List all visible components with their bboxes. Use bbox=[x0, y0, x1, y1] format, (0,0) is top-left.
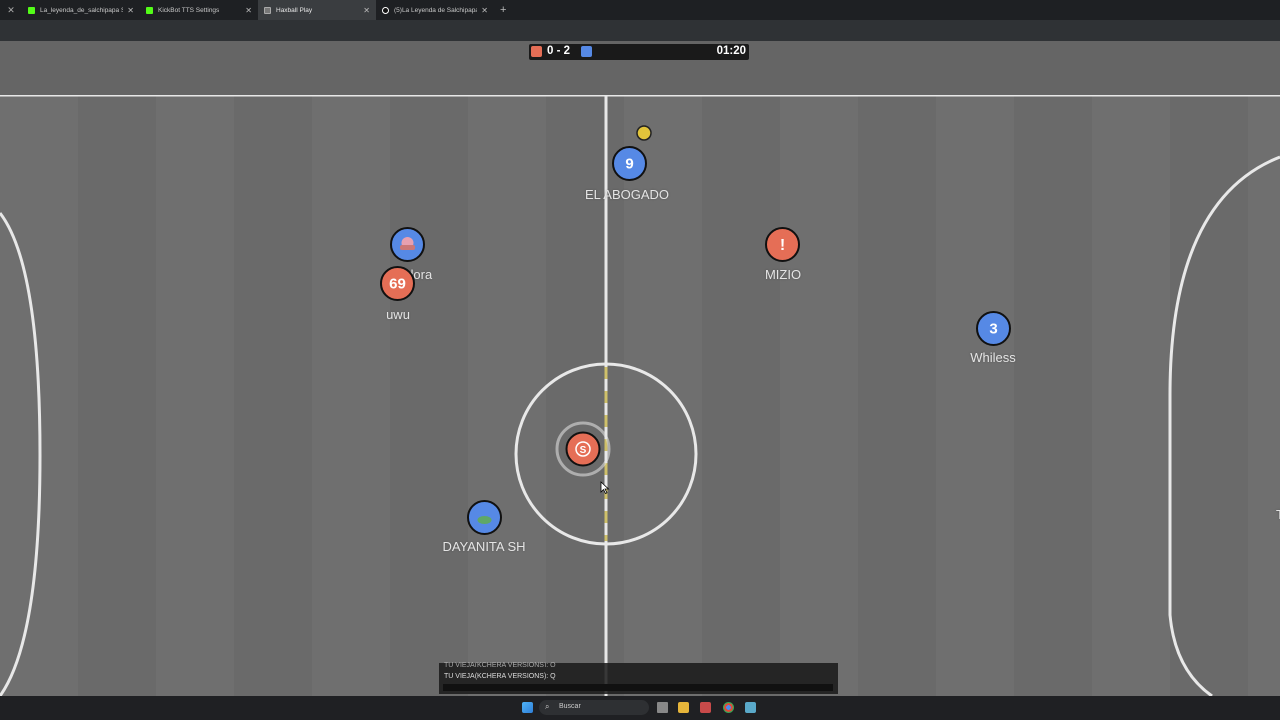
player-disc-blue bbox=[467, 500, 502, 535]
match-timer: 01:20 bbox=[716, 45, 746, 57]
player-disc-red: 69 bbox=[380, 266, 415, 301]
close-icon[interactable]: ✕ bbox=[0, 5, 22, 16]
player-disc-red: ! bbox=[765, 227, 800, 262]
close-icon[interactable]: ✕ bbox=[481, 6, 488, 15]
tab-title: KickBot TTS Settings bbox=[158, 6, 220, 14]
chat-input[interactable] bbox=[443, 684, 833, 691]
new-tab-button[interactable]: + bbox=[500, 4, 506, 16]
player-number: 69 bbox=[389, 276, 406, 293]
player-name: EL ABOGADO bbox=[584, 187, 670, 202]
left-area-line bbox=[0, 212, 42, 696]
scoreboard: 0 - 2 01:20 bbox=[529, 44, 749, 60]
task-view-icon[interactable] bbox=[657, 702, 668, 713]
tiktok-favicon-icon bbox=[382, 6, 389, 14]
player-name: Whiless bbox=[970, 350, 1016, 365]
mouse-cursor-icon bbox=[600, 481, 610, 495]
close-icon[interactable]: ✕ bbox=[363, 6, 370, 15]
player-number: S bbox=[580, 445, 587, 456]
browser-tab-kickbot[interactable]: KickBot TTS Settings ✕ bbox=[140, 0, 258, 20]
search-label: Buscar bbox=[559, 703, 581, 710]
chat-box: TU VIEJA(KCHERA VERSIONS): Q TU VIEJA(KC… bbox=[439, 662, 838, 694]
blue-team-icon bbox=[581, 46, 592, 57]
browser-tab-bar: ✕ La_leyenda_de_salchipapa Stre ✕ KickBo… bbox=[0, 0, 1280, 20]
kick-favicon-icon bbox=[146, 6, 153, 14]
tab-title: La_leyenda_de_salchipapa Stre bbox=[40, 6, 124, 14]
player-number: 9 bbox=[625, 156, 633, 173]
score: 0 - 2 bbox=[547, 45, 571, 57]
browser-tab-tiktok[interactable]: (5)La Leyenda de Salchipapa (@ ✕ bbox=[376, 0, 494, 20]
red-team-icon bbox=[531, 46, 542, 57]
pitch-lines bbox=[0, 95, 1280, 696]
taskbar-search[interactable]: ⌕ Buscar bbox=[539, 700, 649, 715]
ball bbox=[636, 125, 652, 141]
player-name: MIZIO bbox=[764, 267, 802, 282]
game-pitch[interactable]: 9 EL ABOGADO Vendora 69 uwu ! MIZIO 3 Wh… bbox=[0, 95, 1280, 696]
player-disc-blue: 3 bbox=[976, 311, 1011, 346]
browser-tab-kick-stream[interactable]: La_leyenda_de_salchipapa Stre ✕ bbox=[22, 0, 140, 20]
player-avatar-icon bbox=[477, 516, 492, 524]
right-area-line bbox=[1168, 155, 1280, 696]
player-disc-blue: 9 bbox=[612, 146, 647, 181]
tab-title: (5)La Leyenda de Salchipapa (@ bbox=[394, 6, 478, 14]
player-disc-red-self: S bbox=[555, 421, 611, 477]
player-name: DAYANITA SH bbox=[442, 539, 526, 554]
notepad-icon[interactable] bbox=[745, 702, 756, 713]
player-number: ! bbox=[780, 237, 785, 254]
chrome-icon[interactable] bbox=[723, 702, 734, 713]
player-name: uwu bbox=[386, 307, 410, 322]
browser-toolbar bbox=[0, 20, 1280, 42]
app-icon[interactable] bbox=[700, 702, 711, 713]
player-disc-blue bbox=[390, 227, 425, 262]
browser-tab-haxball[interactable]: Haxball Play ✕ bbox=[258, 0, 376, 20]
close-icon[interactable]: ✕ bbox=[245, 6, 252, 15]
kick-favicon-icon bbox=[28, 6, 35, 14]
close-icon[interactable]: ✕ bbox=[127, 6, 134, 15]
chat-message: TU VIEJA(KCHERA VERSIONS): Q bbox=[444, 662, 556, 667]
player-number: 3 bbox=[989, 321, 997, 338]
file-explorer-icon[interactable] bbox=[678, 702, 689, 713]
windows-start-icon[interactable] bbox=[522, 702, 533, 713]
search-icon: ⌕ bbox=[545, 702, 550, 711]
player-name: TU bbox=[1276, 507, 1280, 522]
haxball-favicon-icon bbox=[264, 6, 271, 14]
tab-title: Haxball Play bbox=[276, 6, 313, 14]
chat-message: TU VIEJA(KCHERA VERSIONS): Q bbox=[444, 673, 556, 680]
